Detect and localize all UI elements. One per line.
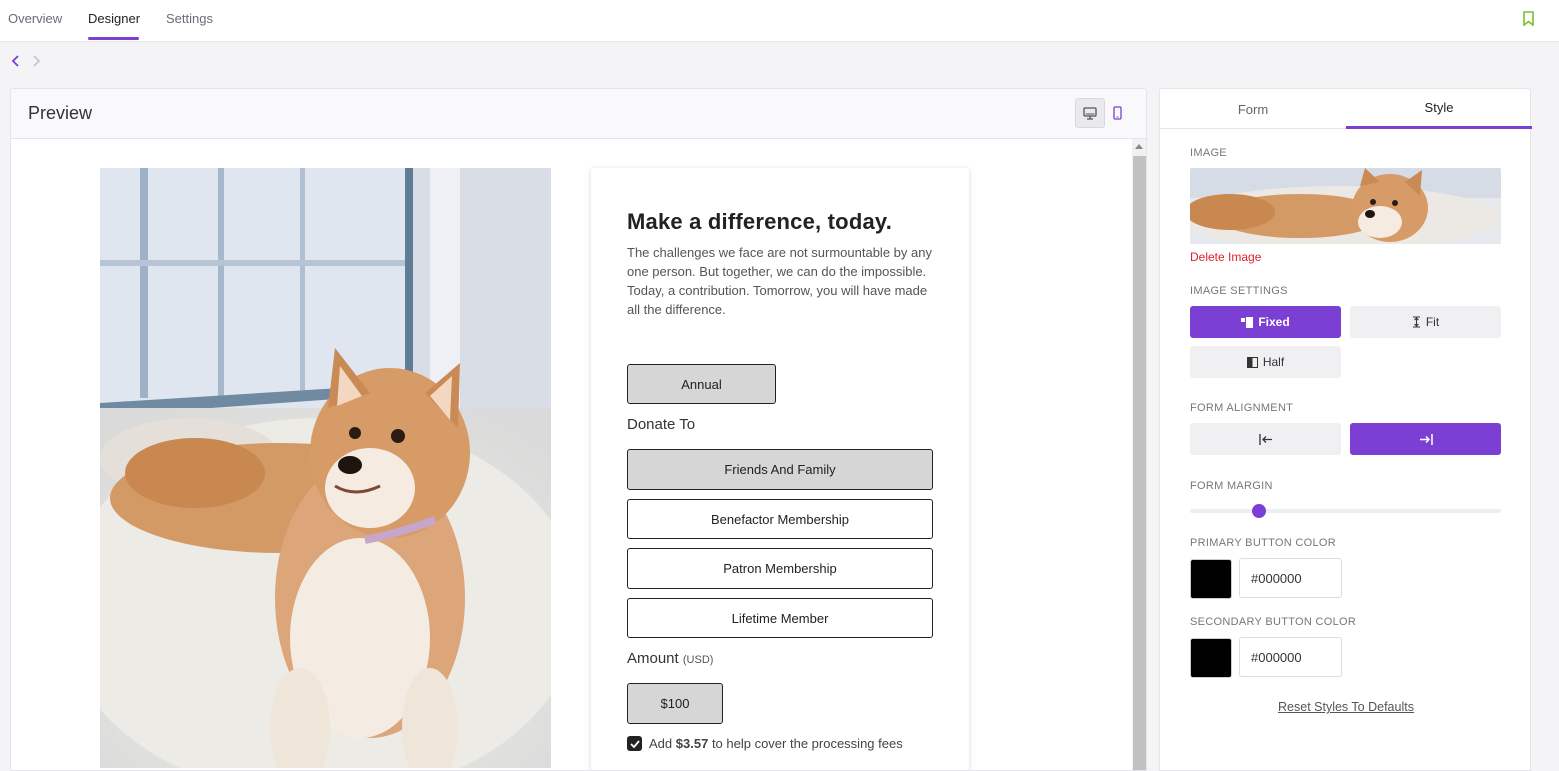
form-margin-slider-handle[interactable] [1252,504,1266,518]
dog-thumbnail-image [1190,168,1501,244]
check-icon [629,739,640,748]
tab-settings[interactable]: Settings [166,11,213,26]
fee-amount: $3.57 [675,736,709,751]
delete-image-link[interactable]: Delete Image [1190,250,1261,264]
form-heading: Make a difference, today. [627,209,893,234]
amount-label: Amount (USD) [627,650,713,667]
image-half-button[interactable]: Half [1190,346,1341,378]
designation-benefactor-membership[interactable]: Benefactor Membership [627,499,933,539]
fee-prefix: Add [649,736,673,751]
form-alignment-heading: FORM ALIGNMENT [1190,402,1294,414]
align-right-icon [1419,433,1433,445]
image-fit-label: Fit [1425,315,1440,329]
fit-height-icon [1412,316,1420,328]
designation-friends-and-family[interactable]: Friends And Family [627,449,933,490]
align-left-button[interactable] [1190,423,1341,455]
mobile-icon [1112,106,1122,120]
processing-fee-row: Add $3.57 to help cover the processing f… [627,736,903,751]
desktop-view-button[interactable] [1075,98,1105,128]
fixed-layout-icon [1241,316,1254,328]
style-panel: Form Style IMAGE Delete Image IMAGE SETT… [1159,88,1532,771]
fee-suffix: to help cover the processing fees [711,736,903,751]
history-nav [10,54,42,68]
scrollbar-thumb[interactable] [1133,156,1146,770]
tab-overview[interactable]: Overview [8,11,62,26]
form-margin-heading: FORM MARGIN [1190,480,1273,492]
tab-style[interactable]: Style [1346,89,1532,129]
tab-designer[interactable]: Designer [88,11,140,26]
secondary-button-color-heading: SECONDARY BUTTON COLOR [1190,616,1357,628]
frequency-annual-button[interactable]: Annual [627,364,776,404]
image-fixed-label: Fixed [1258,315,1290,329]
image-fit-button[interactable]: Fit [1350,306,1501,338]
active-tab-indicator [88,37,139,40]
primary-color-swatch[interactable] [1190,559,1232,599]
image-fixed-button[interactable]: Fixed [1190,306,1341,338]
half-layout-icon [1246,356,1258,368]
amount-currency: (USD) [682,654,714,666]
designation-patron-membership[interactable]: Patron Membership [627,548,933,589]
reset-styles-link[interactable]: Reset Styles To Defaults [1160,700,1532,714]
align-right-button[interactable] [1350,423,1501,455]
primary-color-input[interactable] [1239,558,1342,598]
bookmark-icon[interactable] [1523,11,1534,26]
fee-text: Add $3.57 to help cover the processing f… [649,736,903,751]
amount-label-text: Amount [627,650,679,667]
forward-arrow-icon[interactable] [30,54,42,68]
preview-header: Preview [11,89,1146,139]
align-left-icon [1258,433,1272,445]
image-half-label: Half [1262,355,1285,369]
image-settings-heading: IMAGE SETTINGS [1190,285,1288,297]
scroll-up-arrow-icon[interactable] [1135,144,1143,149]
dog-photo [100,168,551,768]
image-thumbnail [1190,168,1501,244]
image-section-heading: IMAGE [1190,147,1227,159]
panel-tabs: Form Style [1160,89,1532,129]
form-image [100,168,551,768]
fee-checkbox[interactable] [627,736,642,751]
desktop-icon [1083,106,1097,120]
tab-form[interactable]: Form [1160,89,1346,129]
designation-lifetime-member[interactable]: Lifetime Member [627,598,933,638]
donation-form-card: Make a difference, today. The challenges… [591,168,969,770]
primary-button-color-heading: PRIMARY BUTTON COLOR [1190,537,1336,549]
secondary-color-input[interactable] [1239,637,1342,677]
preview-scrollbar[interactable] [1132,139,1146,770]
mobile-view-button[interactable] [1102,98,1132,128]
top-nav: Overview Designer Settings [0,0,1559,42]
donate-to-label: Donate To [627,416,696,433]
secondary-color-swatch[interactable] [1190,638,1232,678]
amount-100-button[interactable]: $100 [627,683,723,724]
form-margin-slider[interactable] [1190,504,1501,518]
preview-title: Preview [28,103,93,123]
form-description: The challenges we face are not surmounta… [627,245,932,317]
preview-panel: Preview Make a difference, today. The ch… [10,88,1147,771]
back-arrow-icon[interactable] [10,54,22,68]
